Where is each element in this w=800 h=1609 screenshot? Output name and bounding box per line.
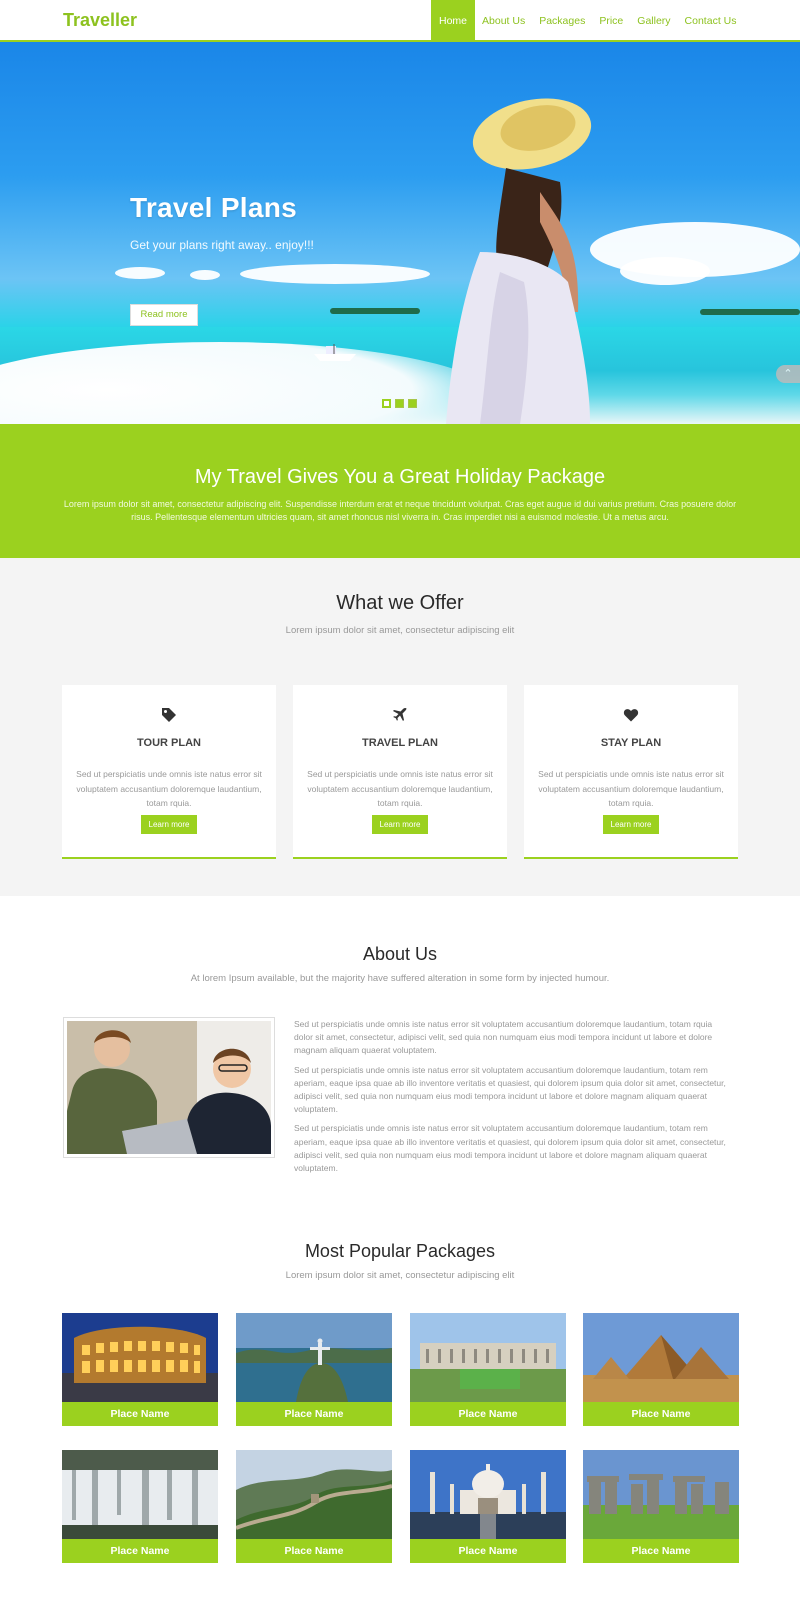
nav-packages[interactable]: Packages bbox=[532, 0, 592, 42]
offer-card-stay-plan: STAY PLAN Sed ut perspiciatis unde omnis… bbox=[524, 685, 738, 859]
banner-title: My Travel Gives You a Great Holiday Pack… bbox=[194, 466, 606, 488]
heart-icon bbox=[623, 709, 639, 722]
package-label: Place Name bbox=[583, 1539, 739, 1563]
slider-dot-3[interactable] bbox=[408, 399, 417, 408]
package-label: Place Name bbox=[62, 1402, 218, 1426]
card-title: TRAVEL PLAN bbox=[362, 737, 438, 749]
taj-mahal-image bbox=[410, 1450, 566, 1539]
hero-slider: Travel Plans Get your plans right away..… bbox=[0, 42, 800, 424]
package-card[interactable]: Place Name bbox=[62, 1450, 218, 1563]
nav-price[interactable]: Price bbox=[592, 0, 630, 42]
about-paragraph: Sed ut perspiciatis unde omnis iste natu… bbox=[294, 1123, 726, 1174]
waterfall-image bbox=[62, 1450, 218, 1539]
rio-image bbox=[236, 1313, 392, 1402]
package-label: Place Name bbox=[583, 1402, 739, 1426]
hero-subtitle: Get your plans right away.. enjoy!!! bbox=[130, 238, 314, 252]
package-card[interactable]: Place Name bbox=[62, 1313, 218, 1426]
colosseum-image bbox=[62, 1313, 218, 1402]
packages-subtitle: Lorem ipsum dolor sit amet, consectetur … bbox=[285, 1270, 515, 1281]
woman-in-hat-image bbox=[446, 98, 592, 424]
package-label: Place Name bbox=[410, 1402, 566, 1426]
great-wall-image bbox=[236, 1450, 392, 1539]
nav-contact-us[interactable]: Contact Us bbox=[678, 0, 744, 42]
chevron-up-icon: ⌃ bbox=[783, 368, 793, 380]
about-paragraph: Sed ut perspiciatis unde omnis iste natu… bbox=[294, 1019, 713, 1056]
card-title: TOUR PLAN bbox=[137, 737, 201, 749]
package-card[interactable]: Place Name bbox=[236, 1450, 392, 1563]
people-at-laptop-image bbox=[67, 1021, 271, 1154]
card-text: Sed ut perspiciatis unde omnis iste natu… bbox=[307, 769, 493, 808]
read-more-button[interactable]: Read more bbox=[130, 304, 198, 326]
offer-title: What we Offer bbox=[336, 592, 464, 614]
hero-title: Travel Plans bbox=[130, 192, 298, 223]
banner-text: Lorem ipsum dolor sit amet, consectetur … bbox=[63, 499, 737, 522]
nav-home[interactable]: Home bbox=[431, 0, 476, 42]
offer-card-tour-plan: TOUR PLAN Sed ut perspiciatis unde omnis… bbox=[62, 685, 276, 859]
package-card[interactable]: Place Name bbox=[583, 1313, 739, 1426]
card-title: STAY PLAN bbox=[600, 737, 662, 749]
packages-title: Most Popular Packages bbox=[304, 1241, 496, 1261]
package-label: Place Name bbox=[410, 1539, 566, 1563]
offer-section: What we Offer Lorem ipsum dolor sit amet… bbox=[0, 558, 800, 896]
offer-subtitle: Lorem ipsum dolor sit amet, consectetur … bbox=[285, 625, 515, 636]
tag-icon bbox=[162, 708, 176, 722]
site-header: Traveller Home About Us Packages Price G… bbox=[0, 0, 800, 42]
pyramids-image bbox=[583, 1313, 739, 1402]
intro-banner: My Travel Gives You a Great Holiday Pack… bbox=[0, 424, 800, 558]
package-label: Place Name bbox=[62, 1539, 218, 1563]
plane-icon bbox=[393, 707, 407, 721]
site-logo[interactable]: Traveller bbox=[63, 10, 137, 31]
scroll-to-top-button[interactable]: ⌃ bbox=[776, 365, 800, 383]
palace-image bbox=[410, 1313, 566, 1402]
nav-gallery[interactable]: Gallery bbox=[630, 0, 677, 42]
learn-more-button[interactable]: Learn more bbox=[372, 815, 428, 834]
package-label: Place Name bbox=[236, 1402, 392, 1426]
offer-card-travel-plan: TRAVEL PLAN Sed ut perspiciatis unde omn… bbox=[293, 685, 507, 859]
package-card[interactable]: Place Name bbox=[410, 1313, 566, 1426]
package-label: Place Name bbox=[236, 1539, 392, 1563]
about-title: About Us bbox=[362, 944, 438, 964]
main-nav: Home About Us Packages Price Gallery Con… bbox=[431, 0, 743, 42]
nav-about-us[interactable]: About Us bbox=[475, 0, 532, 42]
about-subtitle: At lorem Ipsum available, but the majori… bbox=[190, 973, 610, 984]
package-card[interactable]: Place Name bbox=[236, 1313, 392, 1426]
stonehenge-image bbox=[583, 1450, 739, 1539]
slider-dot-1[interactable] bbox=[382, 399, 391, 408]
about-text: Sed ut perspiciatis unde omnis iste natu… bbox=[294, 1018, 730, 1181]
about-photo bbox=[63, 1017, 275, 1158]
package-card[interactable]: Place Name bbox=[583, 1450, 739, 1563]
card-text: Sed ut perspiciatis unde omnis iste natu… bbox=[76, 769, 262, 808]
slider-dots bbox=[382, 399, 417, 408]
boat-image bbox=[314, 344, 356, 361]
about-paragraph: Sed ut perspiciatis unde omnis iste natu… bbox=[294, 1064, 726, 1115]
learn-more-button[interactable]: Learn more bbox=[603, 815, 659, 834]
card-text: Sed ut perspiciatis unde omnis iste natu… bbox=[538, 769, 724, 808]
slider-dot-2[interactable] bbox=[395, 399, 404, 408]
package-card[interactable]: Place Name bbox=[410, 1450, 566, 1563]
learn-more-button[interactable]: Learn more bbox=[141, 815, 197, 834]
